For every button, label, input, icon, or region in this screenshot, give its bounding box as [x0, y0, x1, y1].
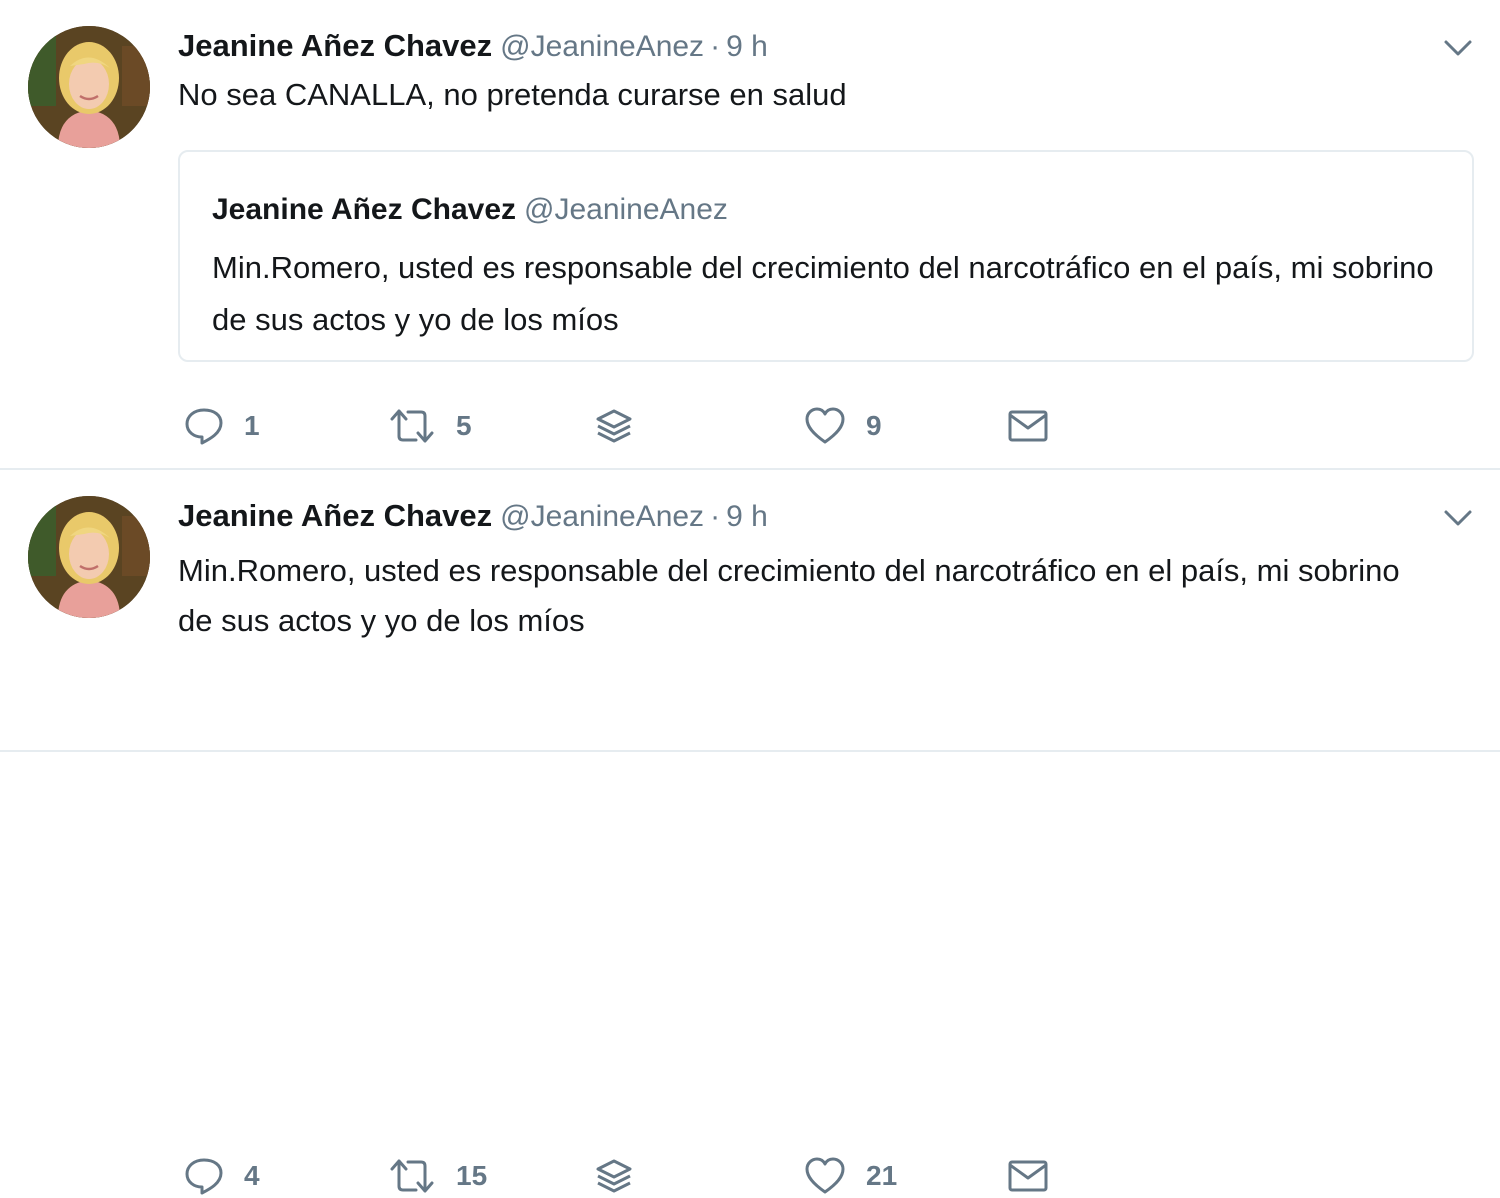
heart-icon — [805, 1157, 845, 1194]
direct-message-button[interactable] — [1006, 404, 1050, 448]
like-count: 21 — [866, 1160, 898, 1191]
separator-dot: · — [710, 30, 721, 63]
separator-dot: · — [710, 500, 721, 533]
tweet-header: Jeanine Añez Chavez @JeanineAnez · 9 h — [178, 496, 768, 536]
envelope-icon — [1008, 1160, 1048, 1192]
tweet-text: Min.Romero, usted es responsable del cre… — [178, 553, 1400, 638]
retweet-icon — [390, 409, 434, 443]
reply-count: 4 — [244, 1160, 260, 1191]
like-count: 9 — [866, 410, 882, 441]
retweet-count: 15 — [456, 1160, 488, 1191]
tweet[interactable]: Jeanine Añez Chavez @JeanineAnez · 9 h Min.… — [0, 470, 1500, 1195]
retweet-icon — [390, 1159, 434, 1193]
reply-button[interactable]: 4 — [184, 1154, 260, 1198]
chevron-down-icon[interactable] — [1440, 506, 1476, 530]
tweet-actions: 1 5 9 — [184, 404, 1084, 448]
tweet[interactable]: Jeanine Añez Chavez @JeanineAnez · 9 h No s… — [0, 0, 1500, 470]
quoted-tweet-header: Jeanine Añez Chavez @JeanineAnez — [212, 190, 728, 235]
avatar[interactable] — [28, 496, 150, 618]
author-name[interactable]: Jeanine Añez Chavez — [178, 28, 492, 63]
quoted-author-name: Jeanine Añez Chavez — [212, 193, 516, 226]
speech-bubble-icon — [185, 408, 223, 445]
author-handle[interactable]: @JeanineAnez — [500, 30, 704, 63]
quoted-author-handle: @JeanineAnez — [524, 193, 728, 226]
like-button[interactable]: 9 — [804, 404, 882, 448]
tweet-timestamp[interactable]: 9 h — [726, 30, 768, 63]
layers-button[interactable] — [594, 404, 634, 448]
tweet-text: No sea CANALLA, no pretenda curarse en s… — [178, 77, 847, 112]
layers-icon — [596, 409, 632, 443]
layers-icon — [596, 1159, 632, 1193]
layers-button[interactable] — [594, 1154, 634, 1198]
tweet-header: Jeanine Añez Chavez @JeanineAnez · 9 h — [178, 26, 768, 66]
direct-message-button[interactable] — [1006, 1154, 1050, 1198]
author-name[interactable]: Jeanine Añez Chavez — [178, 498, 492, 533]
speech-bubble-icon — [185, 1158, 223, 1195]
tweet-feed: Jeanine Añez Chavez @JeanineAnez · 9 h No s… — [0, 0, 1500, 1195]
avatar[interactable] — [28, 26, 150, 148]
envelope-icon — [1008, 410, 1048, 442]
author-handle[interactable]: @JeanineAnez — [500, 500, 704, 533]
quoted-tweet-text: Min.Romero, usted es responsable del cre… — [212, 250, 1434, 337]
reply-count: 1 — [244, 410, 260, 441]
reply-button[interactable]: 1 — [184, 404, 260, 448]
tweet-actions: 4 15 21 — [184, 1154, 1084, 1198]
like-button[interactable]: 21 — [804, 1154, 897, 1198]
profile-photo — [28, 26, 150, 148]
chevron-down-icon[interactable] — [1440, 36, 1476, 60]
retweet-button[interactable]: 5 — [388, 404, 472, 448]
retweet-button[interactable]: 15 — [388, 1154, 487, 1198]
heart-icon — [805, 407, 845, 444]
quoted-tweet[interactable]: Jeanine Añez Chavez @JeanineAnez Min.Rome… — [178, 150, 1474, 362]
tweet-timestamp[interactable]: 9 h — [726, 500, 768, 533]
retweet-count: 5 — [456, 410, 472, 441]
profile-photo — [28, 496, 150, 618]
